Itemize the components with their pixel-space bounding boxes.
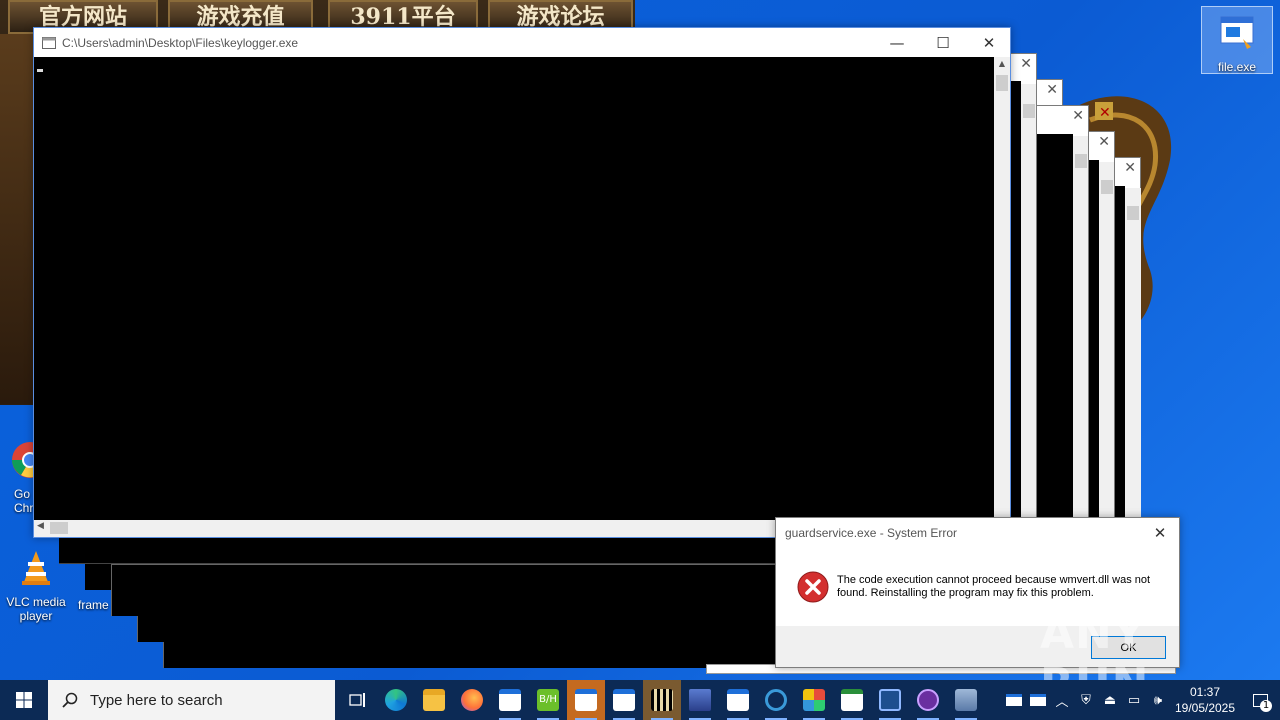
office-app-icon[interactable] xyxy=(795,680,833,720)
console-window-cascade-lower-3[interactable] xyxy=(111,564,779,616)
anyrun-watermark: ANY RUN xyxy=(1040,608,1148,710)
vertical-scrollbar[interactable]: ▲ xyxy=(994,57,1010,521)
console-title: C:\Users\admin\Desktop\Files\keylogger.e… xyxy=(62,35,299,50)
firefox-icon[interactable] xyxy=(453,680,491,720)
desktop-icon-label: VLC media player xyxy=(6,595,66,623)
exe-file-icon xyxy=(1220,16,1254,49)
bh-app-icon[interactable]: B/H xyxy=(529,680,567,720)
game-app-icon[interactable] xyxy=(643,680,681,720)
network-icon[interactable]: ▭ xyxy=(1122,680,1146,720)
volume-icon[interactable]: 🕪 xyxy=(1146,680,1170,720)
taskbar-clock[interactable]: 01:37 19/05/2025 xyxy=(1170,684,1240,716)
minimize-button[interactable]: — xyxy=(874,28,920,57)
console-window-cascade-lower-5[interactable] xyxy=(163,642,779,668)
console-window-cascade-lower-1[interactable] xyxy=(59,538,779,564)
desktop-icon-label: file.exe xyxy=(1217,60,1257,74)
start-button[interactable] xyxy=(0,680,48,720)
window-app-icon[interactable] xyxy=(605,680,643,720)
purple-app-icon[interactable] xyxy=(909,680,947,720)
task-view-icon[interactable] xyxy=(339,680,377,720)
window-app-icon[interactable] xyxy=(719,680,757,720)
shield-icon[interactable]: ⛨ xyxy=(1074,680,1098,720)
scroll-left-icon[interactable]: ◀ xyxy=(37,521,44,531)
scrollbar-thumb[interactable] xyxy=(996,75,1008,91)
dialog-titlebar[interactable]: guardservice.exe - System Error xyxy=(776,518,1179,548)
usb-icon[interactable]: ⏏ xyxy=(1098,680,1122,720)
text-cursor xyxy=(37,69,43,72)
system-tray: ︿ ⛨ ⏏ ▭ 🕪 01:37 19/05/2025 1 xyxy=(1002,680,1280,720)
window-app-icon[interactable] xyxy=(567,680,605,720)
chevron-up-icon[interactable]: ︿ xyxy=(1050,680,1074,720)
close-button[interactable]: ✕ xyxy=(966,28,1012,57)
console-output-area[interactable] xyxy=(34,57,995,521)
search-icon xyxy=(62,692,78,708)
console-window-cascade-5[interactable]: ✕ xyxy=(1114,157,1141,521)
console-window-cascade-lower-4[interactable] xyxy=(137,616,779,642)
close-icon[interactable]: ✕ xyxy=(1072,108,1084,124)
clock-date: 19/05/2025 xyxy=(1174,701,1236,715)
close-icon[interactable]: ✕ xyxy=(1020,56,1032,72)
window-app-icon[interactable] xyxy=(833,680,871,720)
error-icon xyxy=(797,571,829,603)
tray-window-icon[interactable] xyxy=(1026,680,1050,720)
desktop-icon-frame[interactable]: frame xyxy=(72,598,116,612)
scroll-up-icon[interactable]: ▲ xyxy=(994,59,1010,68)
dialog-close-button[interactable]: ✕ xyxy=(1141,518,1179,548)
banner-side-strip xyxy=(0,34,35,404)
svg-text:✕: ✕ xyxy=(1099,105,1111,121)
console-window-keylogger[interactable]: C:\Users\admin\Desktop\Files\keylogger.e… xyxy=(33,27,1011,538)
clock-time: 01:37 xyxy=(1189,685,1221,699)
tray-window-icon[interactable] xyxy=(1002,680,1026,720)
window-app-icon[interactable] xyxy=(491,680,529,720)
desktop-icon-file-exe[interactable]: file.exe xyxy=(1201,6,1273,74)
console-titlebar[interactable]: C:\Users\admin\Desktop\Files\keylogger.e… xyxy=(34,28,1010,57)
dialog-title: guardservice.exe - System Error xyxy=(785,526,958,540)
network-app-icon[interactable] xyxy=(681,680,719,720)
close-icon[interactable]: ✕ xyxy=(1124,160,1136,176)
console-window-cascade-1[interactable]: ✕ xyxy=(1010,53,1037,523)
search-placeholder: Type here to search xyxy=(90,691,223,709)
console-app-icon xyxy=(42,36,56,49)
taskbar-search-box[interactable]: Type here to search xyxy=(48,680,335,720)
monitor-app-icon[interactable] xyxy=(871,680,909,720)
notification-count: 1 xyxy=(1260,700,1272,712)
console-window-cascade-3[interactable]: ✕ xyxy=(1036,105,1089,521)
notification-center-icon[interactable]: 1 xyxy=(1240,680,1280,720)
installer-app-icon[interactable] xyxy=(947,680,985,720)
close-icon[interactable]: ✕ xyxy=(1098,134,1110,150)
file-explorer-icon[interactable] xyxy=(415,680,453,720)
windows-logo-icon xyxy=(16,692,32,708)
close-icon[interactable]: ✕ xyxy=(1046,82,1058,98)
vlc-cone-icon xyxy=(22,551,50,585)
scrollbar-thumb[interactable] xyxy=(50,522,68,534)
console-window-cascade-4[interactable]: ✕ xyxy=(1088,131,1115,521)
edge-icon[interactable] xyxy=(377,680,415,720)
maximize-button[interactable]: ☐ xyxy=(920,28,966,57)
taskbar: Type here to search B/H ︿ ⛨ ⏏ ▭ 🕪 01:37 … xyxy=(0,680,1280,720)
error-message: The code execution cannot proceed becaus… xyxy=(837,574,1151,599)
link-app-icon[interactable] xyxy=(757,680,795,720)
